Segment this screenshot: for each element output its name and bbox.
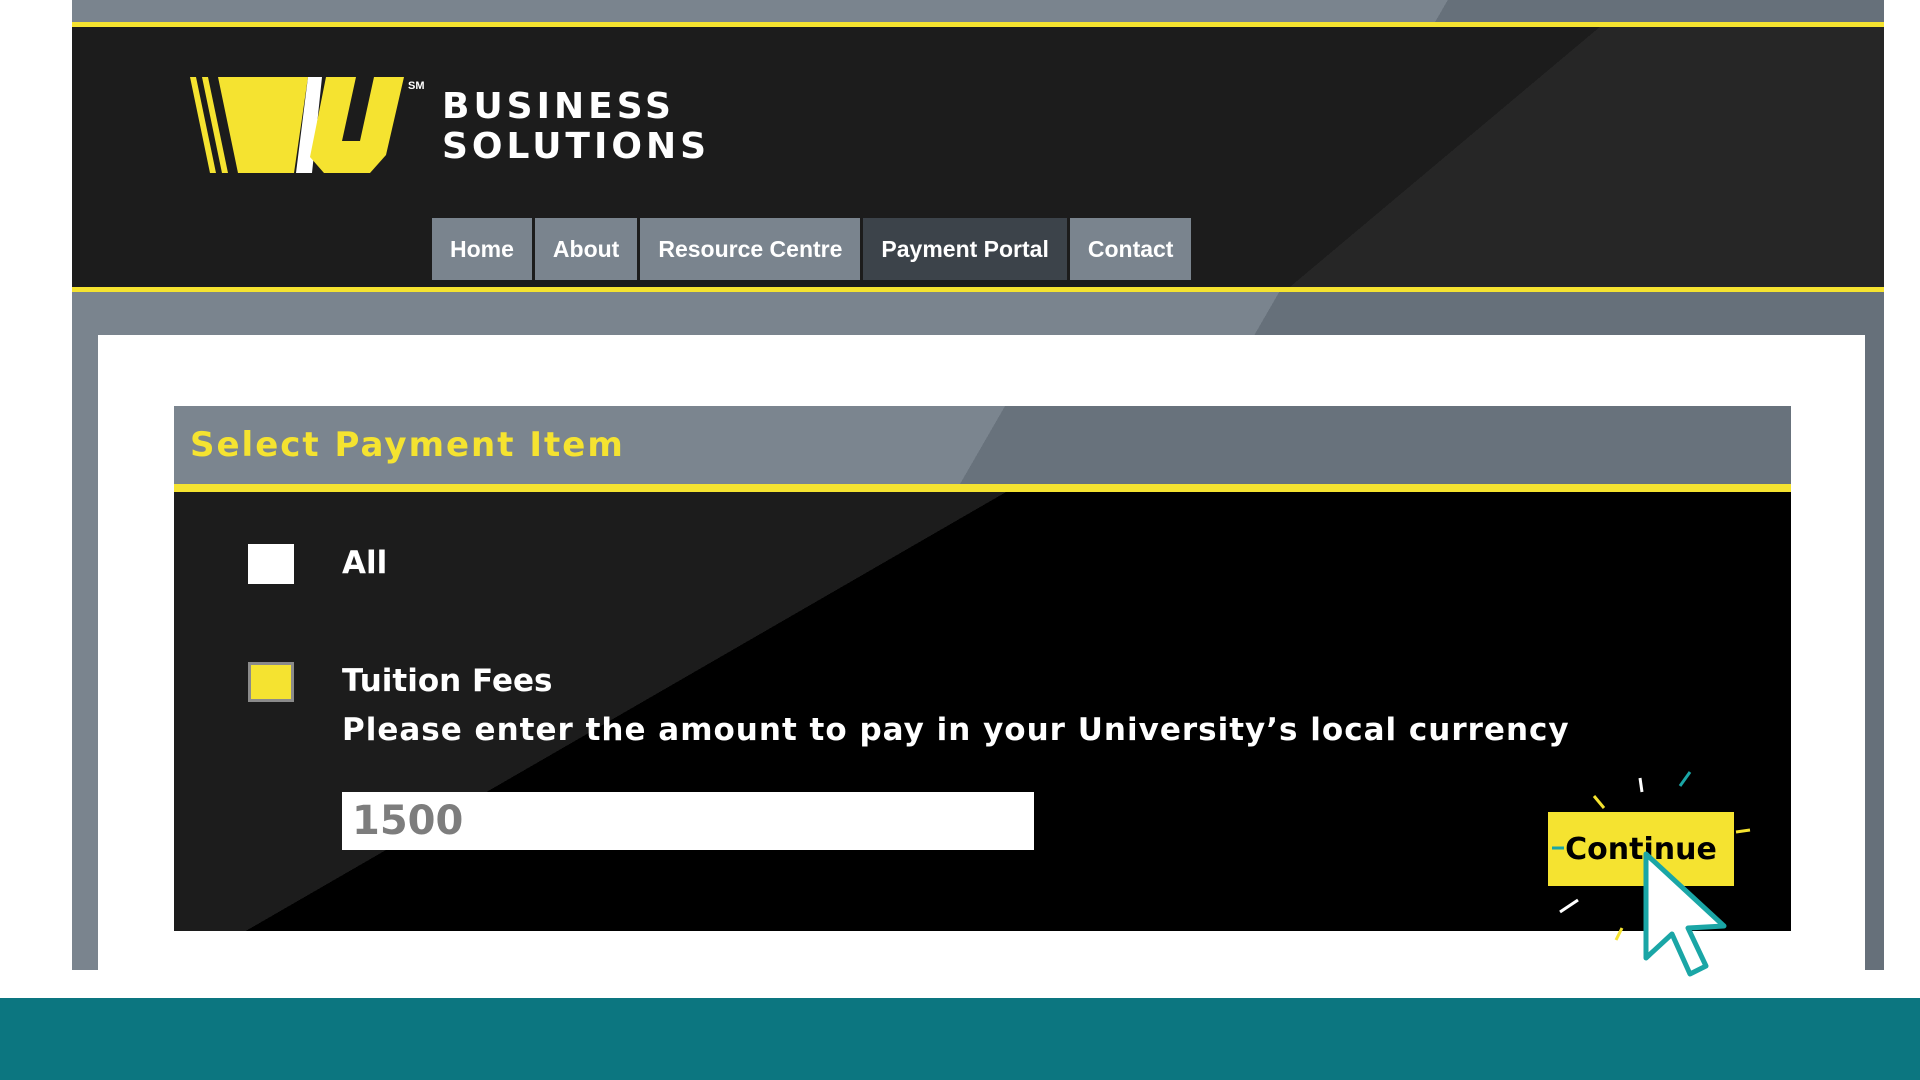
amount-hint: Please enter the amount to pay in your U… — [342, 712, 1570, 748]
checkbox-tuition-fees[interactable] — [248, 662, 294, 702]
option-label-all: All — [342, 545, 388, 581]
nav-resource-centre[interactable]: Resource Centre — [640, 218, 861, 280]
wu-logo-icon[interactable]: SM — [190, 75, 450, 195]
nav-payment-portal[interactable]: Payment Portal — [863, 218, 1067, 280]
main-nav: Home About Resource Centre Payment Porta… — [432, 218, 1192, 280]
mouse-cursor-icon — [1643, 851, 1727, 977]
panel-title: Select Payment Item — [174, 406, 1791, 492]
footer-bar — [0, 998, 1920, 1080]
option-label-tuition-fees: Tuition Fees — [342, 663, 553, 699]
brand-line-2: SOLUTIONS — [442, 126, 711, 167]
amount-input[interactable] — [342, 792, 1034, 850]
site-header: SM BUSINESS SOLUTIONS Home About Resourc… — [72, 22, 1884, 292]
nav-home[interactable]: Home — [432, 218, 532, 280]
checkbox-all[interactable] — [248, 544, 294, 584]
brand-name: BUSINESS SOLUTIONS — [442, 87, 710, 167]
brand-line-1: BUSINESS — [442, 86, 675, 127]
nav-contact[interactable]: Contact — [1069, 218, 1192, 280]
nav-about[interactable]: About — [534, 218, 638, 280]
svg-text:SM: SM — [408, 80, 425, 92]
